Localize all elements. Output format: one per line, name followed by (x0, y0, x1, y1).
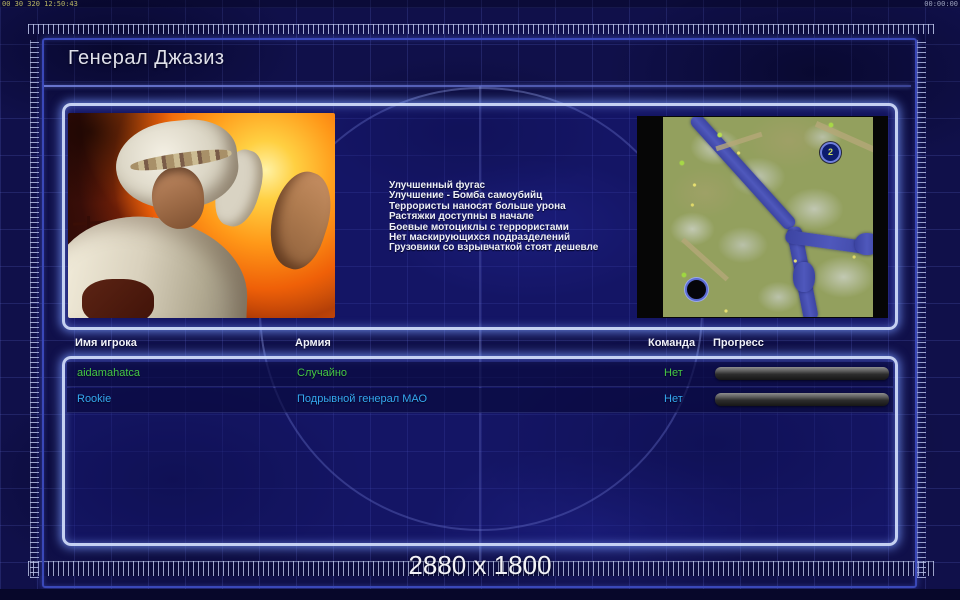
start-position-marker-2: 2 (820, 142, 841, 163)
ruler-top (28, 24, 934, 34)
map-resolution-label: 2880 x 1800 (408, 550, 552, 580)
column-header-progress: Прогресс (713, 337, 764, 349)
session-timer: 00:00:00 (924, 0, 958, 8)
player-name: Rookie (77, 393, 112, 405)
minimap-frame: 2 (637, 116, 888, 318)
player-row: aidamahatca Случайно Нет (67, 362, 893, 387)
debug-counter: 00 30 320 12:50:43 (2, 0, 78, 8)
player-team: Нет (664, 393, 683, 405)
player-list-panel: aidamahatca Случайно Нет Rookie Подрывно… (62, 356, 898, 546)
player-progress-bar (715, 393, 889, 406)
column-header-player-name: Имя игрока (75, 337, 137, 349)
ruler-right (917, 40, 926, 578)
page-title: Генерал Джазиз (68, 47, 225, 69)
bottom-bar (0, 589, 960, 600)
start-position-marker-selected (685, 278, 708, 301)
general-portrait-image (68, 113, 335, 318)
loading-screen: 00 30 320 12:50:43 00:00:00 Генерал Джаз… (0, 0, 960, 600)
ruler-left (30, 40, 39, 578)
player-army: Подрывной генерал МАО (297, 393, 428, 405)
player-army: Случайно (297, 367, 348, 379)
portrait-hand (82, 279, 154, 318)
column-header-army: Армия (295, 337, 331, 349)
player-name: aidamahatca (77, 367, 140, 379)
column-header-team: Команда (648, 337, 696, 349)
general-bonus-list: Улучшенный фугас Улучшение - Бомба самоу… (389, 180, 649, 254)
portrait-raised-arm (258, 164, 335, 276)
player-team: Нет (664, 367, 683, 379)
general-info-panel: Улучшенный фугас Улучшение - Бомба самоу… (62, 103, 898, 330)
lobby-table-header: Имя игрока Армия Команда Прогресс (0, 337, 960, 351)
player-row: Rookie Подрывной генерал МАО Нет (67, 388, 893, 413)
minimap: 2 (663, 117, 873, 317)
bonus-line: Грузовики со взрывчаткой стоят дешевле (389, 242, 599, 254)
title-separator (44, 85, 911, 87)
player-progress-bar (715, 367, 889, 380)
top-strip (0, 0, 960, 8)
